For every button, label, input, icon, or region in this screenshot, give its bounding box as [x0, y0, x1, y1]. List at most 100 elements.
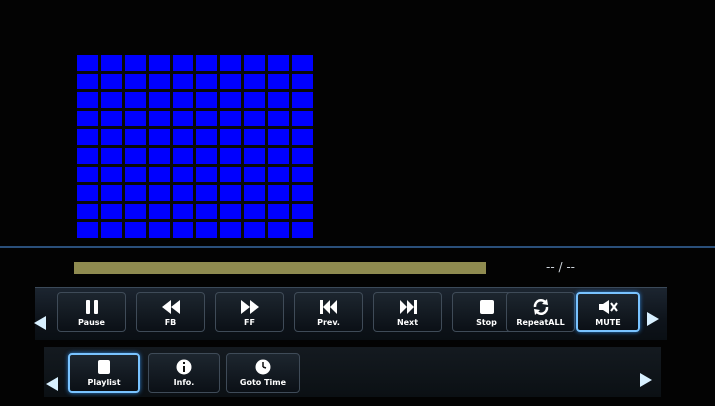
fast-forward-button[interactable]: FF	[215, 292, 284, 332]
grid-cell	[100, 92, 122, 108]
goto-time-button[interactable]: Goto Time	[226, 353, 300, 393]
grid-cell	[77, 148, 98, 164]
grid-cell	[244, 92, 266, 108]
playlist-button[interactable]: Playlist	[68, 353, 140, 393]
pause-icon	[84, 298, 100, 316]
grid-cell	[148, 148, 170, 164]
menu-scroll-right-arrow-icon[interactable]	[640, 373, 652, 387]
grid-cell	[292, 222, 313, 238]
fast-backward-icon	[161, 298, 181, 316]
grid-cell	[77, 110, 98, 127]
playback-progress-bar[interactable]	[74, 262, 486, 274]
grid-cell	[292, 110, 313, 127]
grid-cell	[196, 92, 218, 108]
grid-cell	[100, 148, 122, 164]
grid-cell	[172, 73, 194, 90]
grid-cell	[220, 129, 242, 145]
grid-cell	[196, 110, 218, 127]
previous-icon	[319, 298, 339, 316]
grid-cell	[172, 185, 194, 201]
grid-cell	[268, 110, 290, 127]
grid-cell	[292, 92, 313, 108]
grid-cell	[292, 73, 313, 90]
mute-button[interactable]: MUTE	[576, 292, 640, 332]
grid-cell	[77, 222, 98, 238]
grid-cell	[268, 185, 290, 201]
grid-cell	[292, 129, 313, 145]
grid-cell	[77, 73, 98, 90]
previous-button[interactable]: Prev.	[294, 292, 363, 332]
grid-cell	[292, 55, 313, 71]
grid-cell	[77, 203, 98, 220]
grid-cell	[196, 55, 218, 71]
grid-cell	[292, 148, 313, 164]
pause-button[interactable]: Pause	[57, 292, 126, 332]
menu-scroll-left-arrow-icon[interactable]	[46, 377, 58, 391]
grid-cell	[148, 222, 170, 238]
grid-cell	[220, 222, 242, 238]
grid-cell	[100, 129, 122, 145]
grid-cell	[100, 203, 122, 220]
clock-icon	[255, 359, 271, 375]
grid-cell	[148, 129, 170, 145]
grid-cell	[220, 203, 242, 220]
grid-cell	[124, 222, 146, 238]
grid-cell	[172, 166, 194, 183]
playlist-label: Playlist	[87, 378, 121, 387]
fast-forward-label: FF	[244, 317, 255, 327]
grid-cell	[148, 203, 170, 220]
grid-cell	[220, 92, 242, 108]
grid-cell	[268, 73, 290, 90]
grid-cell	[244, 148, 266, 164]
grid-cell	[124, 185, 146, 201]
playback-control-bar: Pause FB FF Prev. Next Stop RepeatALL MU…	[34, 287, 667, 340]
grid-cell	[244, 203, 266, 220]
grid-cell	[220, 55, 242, 71]
pause-label: Pause	[78, 317, 105, 327]
grid-cell	[172, 148, 194, 164]
info-button[interactable]: Info.	[148, 353, 220, 393]
scroll-left-arrow-icon[interactable]	[34, 316, 46, 330]
grid-cell	[100, 166, 122, 183]
repeat-all-button[interactable]: RepeatALL	[506, 292, 575, 332]
grid-cell	[77, 166, 98, 183]
grid-cell	[124, 148, 146, 164]
grid-cell	[148, 92, 170, 108]
mute-label: MUTE	[595, 317, 621, 327]
grid-cell	[172, 203, 194, 220]
grid-cell	[100, 73, 122, 90]
grid-cell	[244, 185, 266, 201]
grid-cell	[268, 92, 290, 108]
grid-cell	[220, 148, 242, 164]
info-icon	[176, 359, 192, 375]
grid-cell	[77, 55, 98, 71]
grid-cell	[148, 55, 170, 71]
grid-cell	[268, 166, 290, 183]
grid-cell	[244, 73, 266, 90]
time-readout: -- / --	[546, 260, 575, 274]
next-label: Next	[396, 317, 419, 327]
fast-backward-label: FB	[164, 317, 177, 327]
previous-label: Prev.	[317, 317, 340, 327]
grid-cell	[196, 166, 218, 183]
playlist-icon	[97, 359, 111, 375]
video-screen	[0, 0, 715, 406]
fast-forward-icon	[240, 298, 260, 316]
grid-cell	[268, 55, 290, 71]
grid-cell	[100, 55, 122, 71]
grid-cell	[220, 110, 242, 127]
grid-cell	[124, 166, 146, 183]
fast-backward-button[interactable]: FB	[136, 292, 205, 332]
stop-icon	[479, 298, 495, 316]
next-button[interactable]: Next	[373, 292, 442, 332]
grid-cell	[172, 222, 194, 238]
grid-cell	[244, 129, 266, 145]
grid-cell	[196, 203, 218, 220]
mute-icon	[598, 298, 618, 316]
scroll-right-arrow-icon[interactable]	[647, 312, 659, 326]
video-frame-test-grid	[77, 55, 313, 238]
grid-cell	[244, 166, 266, 183]
next-icon	[398, 298, 418, 316]
repeat-icon	[532, 298, 550, 316]
grid-cell	[292, 203, 313, 220]
